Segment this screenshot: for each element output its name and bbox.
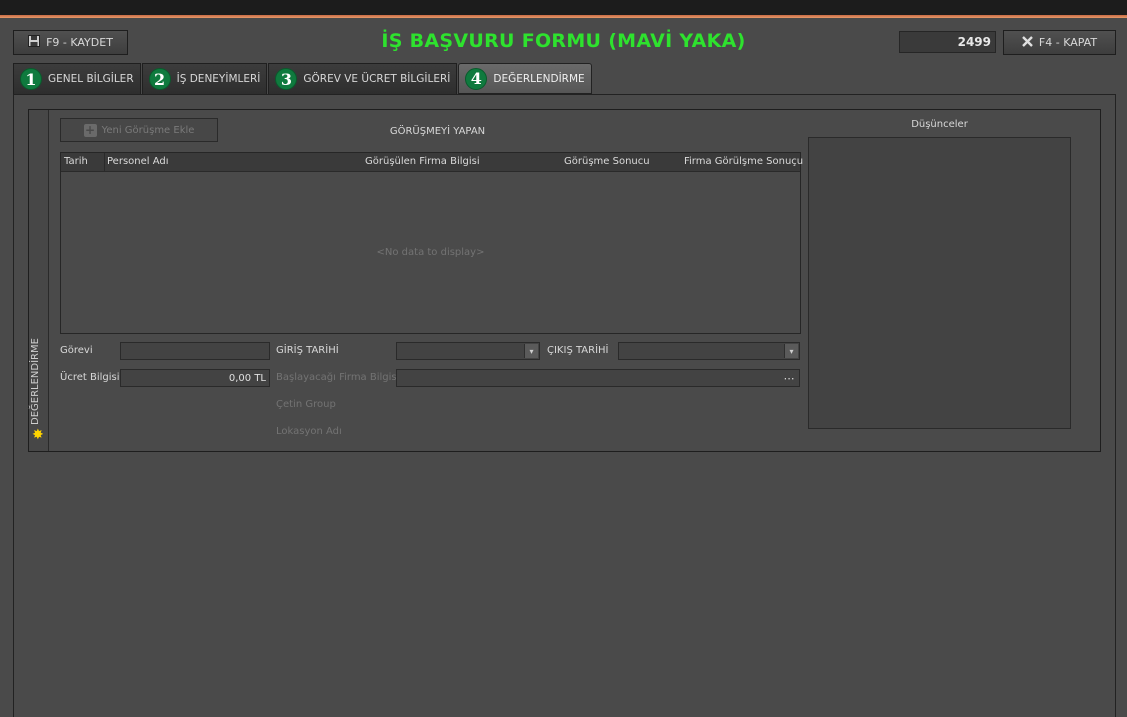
giris-tarihi-dropdown[interactable]: ▾	[396, 342, 540, 360]
grid-empty-text: <No data to display>	[376, 247, 485, 258]
close-button-label: F4 - KAPAT	[1038, 36, 1098, 49]
tab-degerlendirme[interactable]: 4 DEĞERLENDİRME	[458, 63, 592, 94]
firma-bilgisi-input[interactable]: ⋯	[396, 369, 800, 387]
giris-tarihi-label: GİRİŞ TARİHİ	[276, 345, 339, 356]
star-icon: ✸	[32, 427, 44, 443]
tab-gorev-ve-ucret[interactable]: 3 GÖREV VE ÜCRET BİLGİLERİ	[268, 63, 458, 94]
interview-grid[interactable]: Tarih Personel Adı Görüşülen Firma Bilgi…	[60, 152, 803, 334]
column-header-firma-sonuc[interactable]: Firma Görülşme Sonuçu	[684, 156, 803, 167]
floppy-disk-icon	[28, 35, 41, 50]
grid-caption: GÖRÜŞMEYİ YAPAN	[389, 126, 486, 137]
add-interview-label: Yeni Görüşme Ekle	[101, 124, 195, 136]
close-button[interactable]: F4 - KAPAT	[1003, 30, 1116, 55]
ucret-input[interactable]: 0,00 TL	[120, 369, 270, 387]
cikis-tarihi-dropdown[interactable]: ▾	[618, 342, 800, 360]
window-accent-line	[0, 15, 1127, 18]
group-label: Çetin Group	[276, 399, 336, 410]
tab-bar: 1 GENEL BİLGİLER 2 İŞ DENEYİMLERİ 3 GÖRE…	[13, 63, 593, 94]
chevron-down-icon[interactable]: ▾	[524, 344, 538, 358]
x-icon	[1022, 35, 1033, 50]
gorevi-label: Görevi	[60, 345, 93, 356]
gorevi-input[interactable]	[120, 342, 270, 360]
column-header-personel[interactable]: Personel Adı	[107, 156, 169, 167]
window-top-bar	[0, 0, 1127, 15]
ellipsis-icon[interactable]: ⋯	[781, 370, 797, 386]
column-header-firma[interactable]: Görüşülen Firma Bilgisi	[365, 156, 480, 167]
grid-header: Tarih Personel Adı Görüşülen Firma Bilgi…	[61, 153, 803, 172]
plus-icon: +	[83, 122, 97, 137]
tab-label: GÖREV VE ÜCRET BİLGİLERİ	[303, 73, 451, 85]
lokasyon-label: Lokasyon Adı	[276, 426, 342, 437]
tab-label: GENEL BİLGİLER	[48, 73, 134, 85]
firma-bilgisi-label: Başlayacağı Firma Bilgisi	[276, 372, 400, 383]
tab-label: İŞ DENEYİMLERİ	[176, 73, 261, 85]
tab-is-deneyimleri[interactable]: 2 İŞ DENEYİMLERİ	[141, 63, 268, 94]
tab-label: DEĞERLENDİRME	[493, 72, 585, 85]
column-header-sonuc[interactable]: Görüşme Sonucu	[564, 156, 650, 167]
column-separator	[104, 153, 105, 172]
chevron-down-icon[interactable]: ▾	[784, 344, 798, 358]
cikis-tarihi-label: ÇIKIŞ TARİHİ	[547, 345, 609, 356]
page-title: İŞ BAŞVURU FORMU (MAVİ YAKA)	[381, 30, 746, 52]
notes-label: Düşünceler	[911, 119, 968, 130]
tab-genel-bilgiler[interactable]: 1 GENEL BİLGİLER	[13, 63, 141, 94]
save-button[interactable]: F9 - KAYDET	[13, 30, 128, 55]
tab-number-badge: 3	[275, 68, 298, 90]
ucret-label: Ücret Bilgisi	[60, 372, 120, 383]
tab-number-badge: 4	[465, 67, 488, 90]
tab-number-badge: 2	[148, 68, 171, 90]
record-number-field: 2499	[899, 31, 996, 53]
column-header-tarih[interactable]: Tarih	[64, 156, 88, 167]
group-side-label: DEĞERLENDİRME	[30, 338, 41, 425]
add-interview-button[interactable]: + Yeni Görüşme Ekle	[60, 118, 218, 142]
save-button-label: F9 - KAYDET	[46, 36, 113, 49]
notes-textarea[interactable]	[808, 137, 1071, 429]
tab-number-badge: 1	[20, 68, 42, 90]
